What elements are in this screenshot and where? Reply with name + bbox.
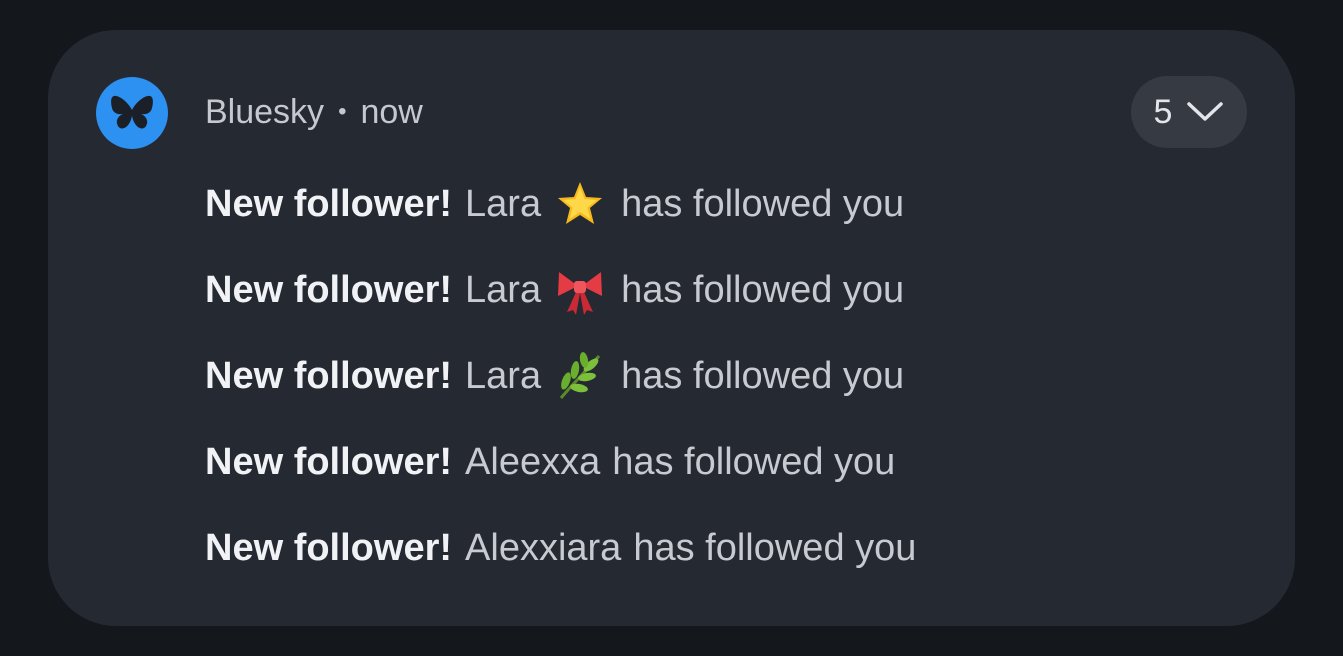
separator-dot: •	[338, 98, 347, 125]
notification-header: Bluesky • now	[205, 90, 423, 134]
message-text: has followed you	[612, 441, 896, 483]
message-title: New follower!	[205, 269, 453, 311]
notification-count: 5	[1153, 92, 1173, 131]
message-line: New follower! Aleexxa has followed you	[205, 434, 916, 520]
message-line: New follower! Alexxiara has followed you	[205, 520, 916, 606]
timestamp: now	[360, 92, 423, 131]
star-emoji-icon	[553, 176, 607, 232]
herb-emoji-icon	[553, 348, 607, 404]
chevron-down-icon	[1186, 101, 1224, 123]
message-title: New follower!	[205, 355, 453, 397]
message-title: New follower!	[205, 527, 453, 569]
follower-name: Aleexxa	[465, 441, 601, 483]
message-text: has followed you	[621, 269, 905, 311]
follower-name: Alexxiara	[465, 527, 622, 569]
follower-name: Lara	[465, 183, 542, 225]
message-title: New follower!	[205, 441, 453, 483]
follower-name: Lara	[465, 269, 542, 311]
message-title: New follower!	[205, 183, 453, 225]
ribbon-emoji-icon	[553, 262, 607, 318]
follower-name: Lara	[465, 355, 542, 397]
message-text: has followed you	[621, 183, 905, 225]
message-line: New follower! Lara has followed you	[205, 348, 916, 434]
message-text: has followed you	[633, 527, 917, 569]
message-line: New follower! Lara has followed you	[205, 176, 916, 262]
message-line: New follower! Lara has followed you	[205, 262, 916, 348]
app-name: Bluesky	[205, 92, 325, 131]
notification-shade: Bluesky • now 5 New follower! Lara has f…	[0, 0, 1343, 656]
butterfly-icon	[96, 77, 168, 149]
notification-messages: New follower! Lara has followed you New …	[205, 176, 916, 606]
message-text: has followed you	[621, 355, 905, 397]
expand-button[interactable]: 5	[1131, 76, 1247, 148]
bluesky-notification-card[interactable]: Bluesky • now 5 New follower! Lara has f…	[48, 30, 1295, 626]
